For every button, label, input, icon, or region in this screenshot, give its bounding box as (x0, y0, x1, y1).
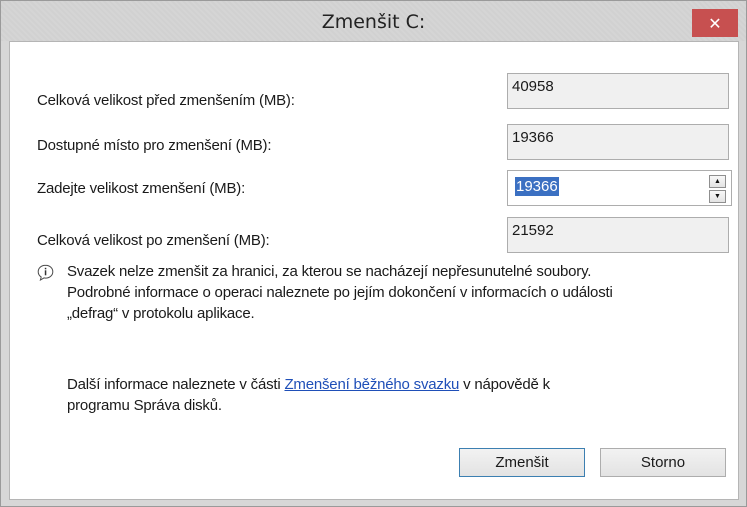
arrow-down-icon: ▼ (714, 193, 721, 200)
dialog-body: Celková velikost před zmenšením (MB): 40… (9, 41, 739, 500)
info-line-1: Svazek nelze zmenšit za hranici, za kter… (67, 263, 592, 280)
info-line-2: Podrobné informace o operaci naleznete p… (67, 284, 613, 301)
help-message: Další informace naleznete v části Zmenše… (67, 374, 687, 416)
arrow-up-icon: ▲ (714, 178, 721, 185)
spin-down-button[interactable]: ▼ (709, 190, 726, 203)
info-line-3: „defrag“ v protokolu aplikace. (67, 305, 255, 322)
help-link[interactable]: Zmenšení běžného svazku (284, 376, 459, 393)
shrink-amount-input[interactable]: 19366 ▲ ▼ (507, 170, 732, 206)
title-bar[interactable]: Zmenšit C: ✕ (1, 1, 746, 41)
shrink-button[interactable]: Zmenšit (459, 448, 585, 477)
spin-up-button[interactable]: ▲ (709, 175, 726, 188)
help-text-after: v nápovědě k (459, 376, 550, 393)
info-message: Svazek nelze zmenšit za hranici, za kter… (67, 261, 727, 324)
shrink-amount-value[interactable]: 19366 (515, 177, 559, 196)
available-shrink-label: Dostupné místo pro zmenšení (MB): (37, 137, 272, 154)
available-shrink-value: 19366 (507, 124, 729, 160)
help-text-before: Další informace naleznete v části (67, 376, 285, 393)
shrink-amount-label: Zadejte velikost zmenšení (MB): (37, 180, 246, 197)
dialog-title: Zmenšit C: (321, 11, 426, 33)
total-size-after-value: 21592 (507, 217, 729, 253)
close-icon: ✕ (708, 13, 722, 33)
total-size-after-label: Celková velikost po zmenšení (MB): (37, 232, 270, 249)
shrink-amount-spinner[interactable]: ▲ ▼ (709, 175, 726, 203)
info-icon (37, 264, 54, 281)
total-size-before-label: Celková velikost před zmenšením (MB): (37, 92, 295, 109)
close-button[interactable]: ✕ (692, 9, 738, 37)
shrink-dialog: Zmenšit C: ✕ Celková velikost před zmenš… (0, 0, 747, 507)
total-size-before-value: 40958 (507, 73, 729, 109)
help-line-2: programu Správa disků. (67, 397, 222, 414)
cancel-button[interactable]: Storno (600, 448, 726, 477)
